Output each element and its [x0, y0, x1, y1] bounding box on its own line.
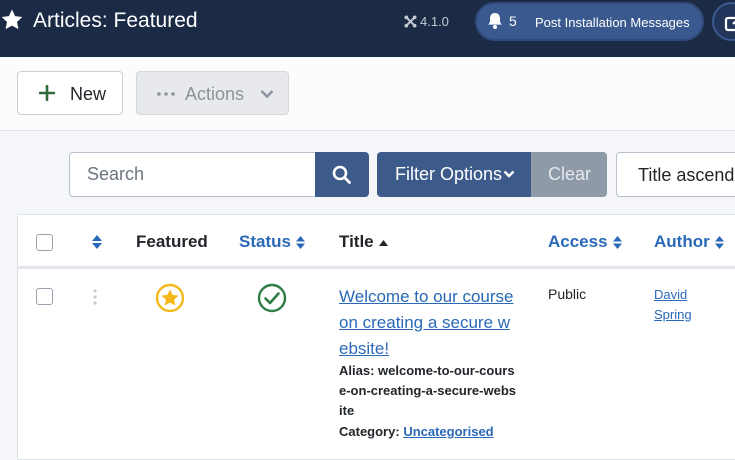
filter-options-label: Filter Options	[395, 164, 503, 184]
search-button[interactable]	[315, 152, 369, 197]
clear-button-label: Clear	[548, 164, 592, 184]
drag-handle-icon[interactable]	[91, 288, 99, 306]
category-link[interactable]: Uncategorised	[403, 424, 493, 439]
ellipsis-icon	[157, 92, 175, 96]
sort-select-value: Title ascending	[638, 165, 735, 185]
row-checkbox[interactable]	[36, 288, 53, 305]
sort-up-icon	[378, 239, 388, 246]
post-installation-messages-button[interactable]: 5 Post Installation Messages	[475, 2, 704, 41]
plus-icon	[39, 85, 55, 101]
column-status-label: Status	[239, 232, 291, 251]
clear-button[interactable]: Clear	[531, 152, 607, 197]
article-title-link[interactable]: Welcome to our course on creating a secu…	[339, 284, 519, 362]
sort-icon	[714, 236, 724, 250]
table-header: Featured Status Title Access Author	[18, 215, 735, 269]
column-featured: Featured	[136, 232, 208, 251]
column-access[interactable]: Access	[548, 232, 623, 252]
author-link[interactable]: David Spring	[654, 285, 714, 325]
caret-down-icon	[503, 170, 515, 178]
sort-icon	[612, 236, 622, 250]
column-author[interactable]: Author	[654, 232, 725, 252]
new-button[interactable]: New	[17, 71, 123, 115]
article-access: Public	[548, 286, 587, 302]
new-button-label: New	[70, 84, 107, 104]
article-category: Category: Uncategorised	[339, 424, 494, 439]
view-site-button[interactable]	[712, 2, 735, 41]
bell-icon	[488, 13, 502, 29]
column-title-label: Title	[339, 232, 374, 251]
star-icon	[1, 9, 23, 30]
external-link-icon	[724, 16, 735, 32]
page-header: Articles: Featured 4.1.0 5 Post Installa…	[0, 0, 735, 57]
column-title[interactable]: Title	[339, 232, 389, 252]
search-icon	[332, 165, 351, 184]
select-all-checkbox[interactable]	[36, 234, 53, 251]
post-installation-messages-label: Post Installation Messages	[535, 15, 690, 30]
column-status[interactable]: Status	[239, 232, 306, 252]
check-circle-icon[interactable]	[257, 283, 287, 313]
actions-button-label: Actions	[185, 84, 245, 104]
articles-table: Featured Status Title Access Author Welc…	[17, 214, 735, 460]
page-title: Articles: Featured	[33, 9, 198, 32]
column-author-label: Author	[654, 232, 710, 251]
version-label: 4.1.0	[420, 14, 449, 29]
joomla-icon	[404, 15, 417, 28]
filter-options-button[interactable]: Filter Options	[377, 152, 532, 197]
column-access-label: Access	[548, 232, 608, 251]
search-input[interactable]	[69, 152, 316, 197]
article-alias: Alias: welcome-to-our-course-on-creating…	[339, 361, 519, 421]
alias-label: Alias:	[339, 363, 375, 378]
sort-select[interactable]: Title ascending	[616, 152, 735, 197]
chevron-down-icon	[260, 90, 274, 99]
notification-count-badge: 5	[509, 13, 517, 29]
featured-star-icon[interactable]	[155, 283, 185, 313]
sort-icon	[295, 236, 305, 250]
toolbar: New Actions	[0, 57, 735, 131]
ordering-sort-icon[interactable]	[91, 234, 103, 250]
actions-dropdown-button[interactable]: Actions	[136, 71, 289, 115]
category-label: Category:	[339, 424, 400, 439]
